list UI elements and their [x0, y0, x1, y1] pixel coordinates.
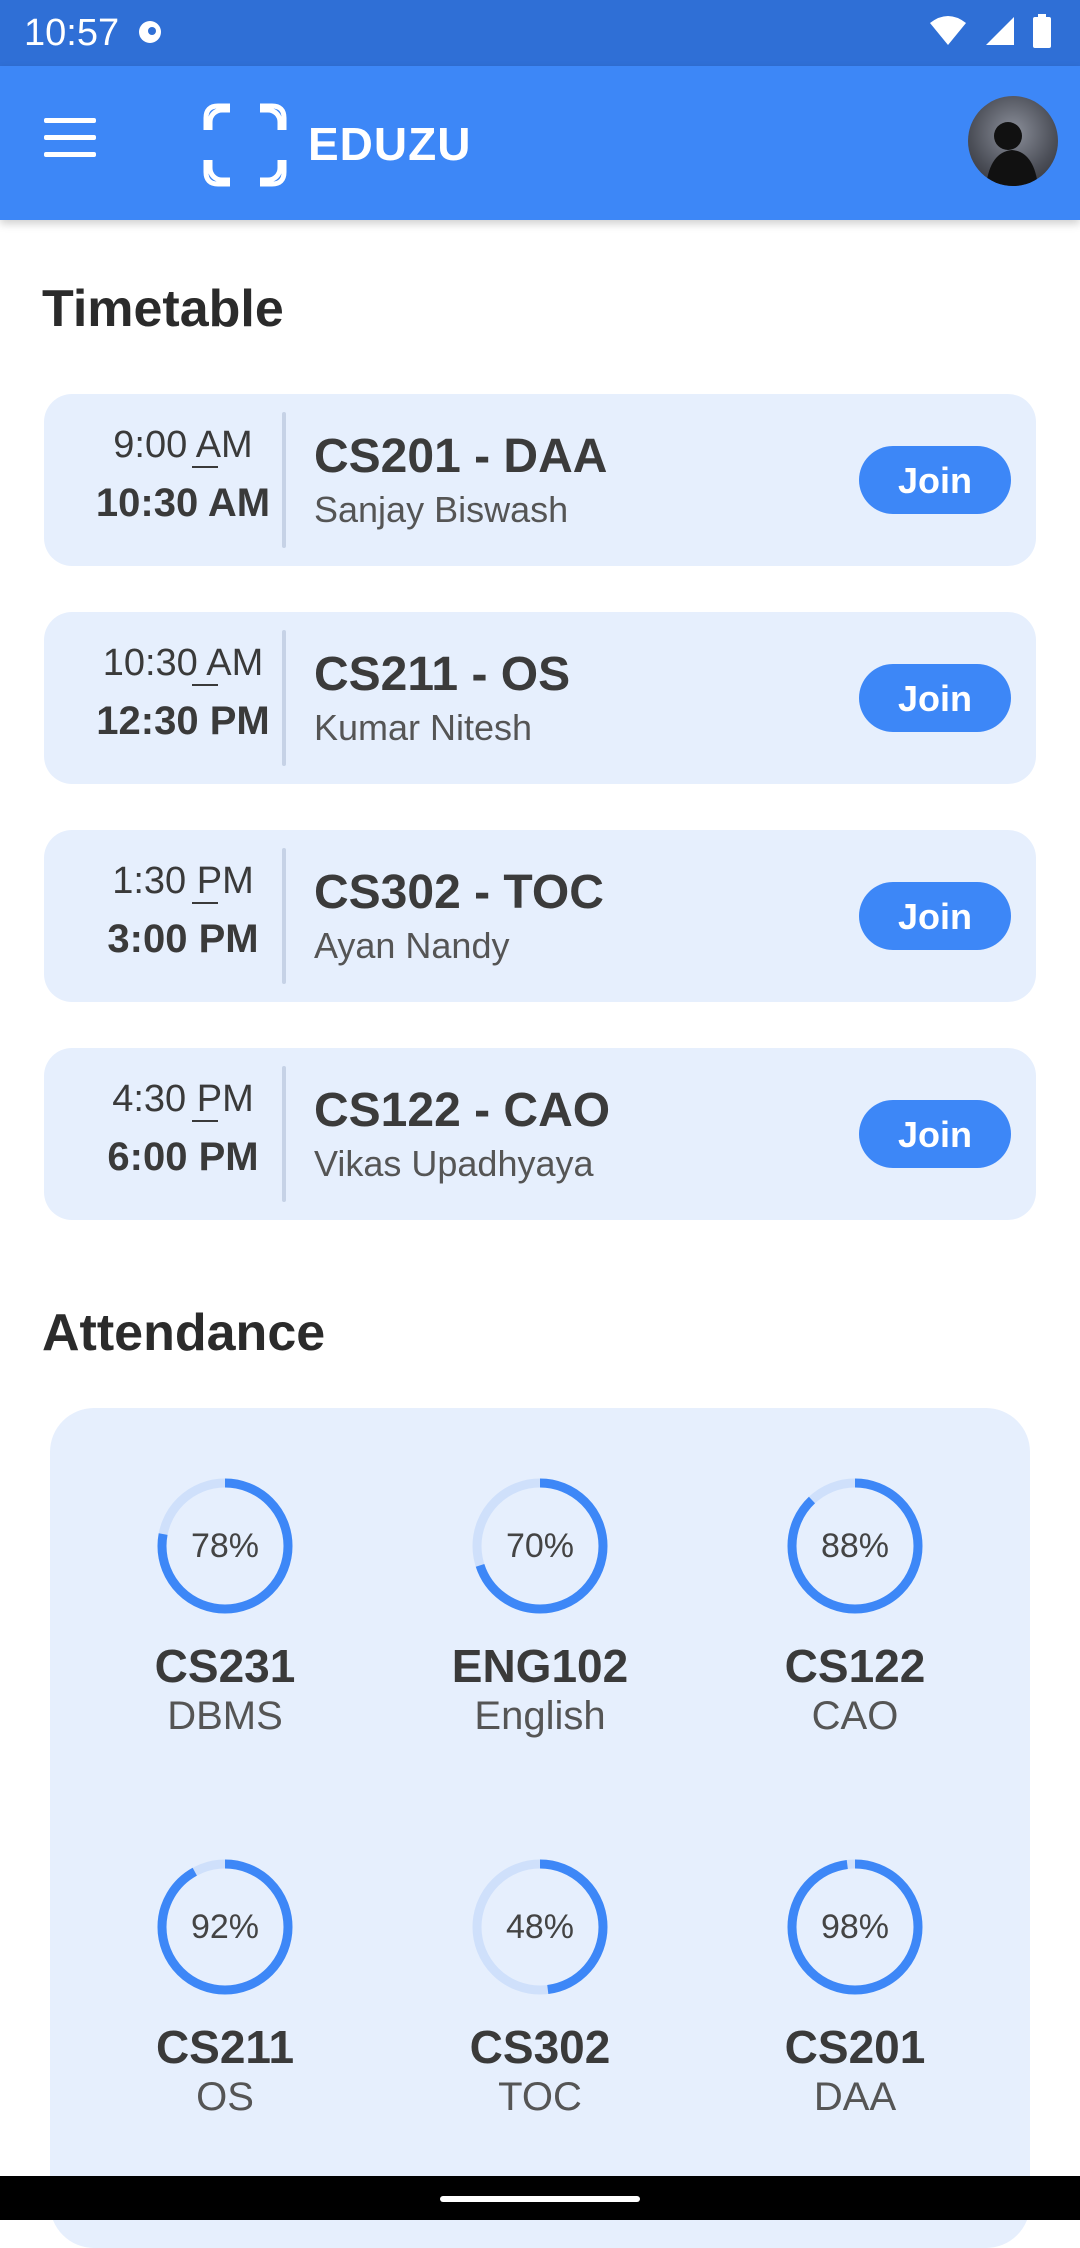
- class-time: 1:30 PM 3:00 PM: [58, 854, 308, 970]
- course-title: CS201 - DAA: [314, 430, 608, 483]
- course-title: CS211 - OS: [314, 648, 571, 701]
- attendance-item[interactable]: 92% CS211 OS: [75, 1857, 375, 2121]
- course-code: CS211: [155, 2021, 295, 2073]
- time-separator: [192, 902, 218, 904]
- course-code: ENG102: [451, 1640, 629, 1692]
- battery-icon: [1033, 14, 1051, 48]
- course-code: CS122: [784, 1640, 926, 1692]
- teacher-name: Sanjay Biswash: [314, 489, 569, 530]
- join-button[interactable]: Join: [859, 882, 1011, 950]
- signal-icon: [986, 17, 1014, 45]
- timetable-title: Timetable: [42, 280, 284, 338]
- join-button[interactable]: Join: [859, 1100, 1011, 1168]
- course-name: DAA: [813, 2075, 897, 2119]
- class-start-time: 9:00 AM: [113, 424, 253, 466]
- card-divider: [282, 848, 286, 984]
- app-title: EDUZU: [308, 118, 472, 170]
- attendance-item[interactable]: 98% CS201 DAA: [705, 1857, 1005, 2121]
- join-button[interactable]: Join: [859, 446, 1011, 514]
- attendance-percent: 98%: [820, 1908, 890, 1946]
- course-title: CS122 - CAO: [314, 1084, 611, 1137]
- timetable-card: 9:00 AM 10:30 AM CS201 - DAA Sanjay Bisw…: [44, 394, 1036, 566]
- time-separator: [192, 466, 218, 468]
- timetable-card: 1:30 PM 3:00 PM CS302 - TOC Ayan Nandy J…: [44, 830, 1036, 1002]
- class-time: 4:30 PM 6:00 PM: [58, 1072, 308, 1188]
- attendance-percent: 78%: [190, 1527, 260, 1565]
- attendance-percent: 88%: [820, 1527, 890, 1565]
- menu-icon[interactable]: [44, 118, 108, 168]
- app-bar: EDUZU: [0, 66, 1080, 220]
- course-code: CS201: [784, 2021, 926, 2073]
- class-end-time: 10:30 AM: [95, 481, 271, 525]
- time-separator: [192, 684, 218, 686]
- status-time: 10:57: [24, 12, 120, 54]
- wifi-icon: [930, 16, 966, 45]
- class-end-time: 3:00 PM: [107, 917, 259, 961]
- join-button[interactable]: Join: [859, 664, 1011, 732]
- class-end-time: 12:30 PM: [96, 699, 270, 743]
- course-code: CS302: [469, 2021, 611, 2073]
- timetable-card: 10:30 AM 12:30 PM CS211 - OS Kumar Nites…: [44, 612, 1036, 784]
- attendance-percent: 48%: [505, 1908, 575, 1946]
- timetable-card: 4:30 PM 6:00 PM CS122 - CAO Vikas Upadhy…: [44, 1048, 1036, 1220]
- status-icons: [928, 14, 1052, 48]
- system-navigation-bar: [0, 2176, 1080, 2220]
- avatar[interactable]: [968, 96, 1058, 186]
- course-name: DBMS: [167, 1694, 283, 1738]
- attendance-item[interactable]: 48% CS302 TOC: [390, 1857, 690, 2121]
- course-code: CS231: [154, 1640, 296, 1692]
- card-divider: [282, 630, 286, 766]
- class-time: 10:30 AM 12:30 PM: [58, 636, 308, 752]
- class-start-time: 1:30 PM: [112, 860, 254, 902]
- card-divider: [282, 412, 286, 548]
- eduzu-logo-icon: [202, 102, 288, 188]
- media-notification-icon: [139, 21, 161, 43]
- attendance-item[interactable]: 88% CS122 CAO: [705, 1476, 1005, 1740]
- profile-silhouette-icon: [986, 122, 1038, 186]
- course-name: TOC: [498, 2075, 582, 2119]
- attendance-panel: 78% CS231 DBMS 70% ENG102 English 88% CS…: [50, 1408, 1030, 2248]
- home-gesture-handle[interactable]: [440, 2196, 640, 2202]
- teacher-name: Vikas Upadhyaya: [314, 1143, 594, 1184]
- attendance-item[interactable]: 78% CS231 DBMS: [75, 1476, 375, 1740]
- course-name: OS: [196, 2075, 254, 2119]
- class-start-time: 10:30 AM: [102, 642, 264, 684]
- class-start-time: 4:30 PM: [112, 1078, 254, 1120]
- attendance-item[interactable]: 70% ENG102 English: [390, 1476, 690, 1740]
- class-time: 9:00 AM 10:30 AM: [58, 418, 308, 534]
- course-name: CAO: [811, 1694, 899, 1738]
- card-divider: [282, 1066, 286, 1202]
- attendance-percent: 70%: [505, 1527, 575, 1565]
- class-end-time: 6:00 PM: [107, 1135, 259, 1179]
- teacher-name: Ayan Nandy: [314, 925, 510, 966]
- attendance-percent: 92%: [190, 1908, 260, 1946]
- teacher-name: Kumar Nitesh: [314, 707, 533, 748]
- attendance-title: Attendance: [42, 1304, 326, 1362]
- course-name: English: [474, 1694, 606, 1738]
- course-title: CS302 - TOC: [314, 866, 604, 919]
- status-bar: 10:57: [0, 0, 1080, 66]
- time-separator: [192, 1120, 218, 1122]
